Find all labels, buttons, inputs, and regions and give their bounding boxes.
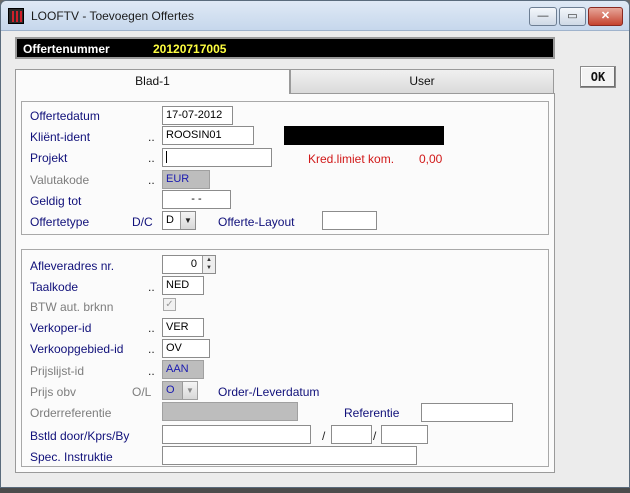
prijs-obv-label: Prijs obv xyxy=(30,385,77,399)
kred-limiet-label: Kred.limiet kom. xyxy=(308,152,395,166)
orderreferentie-field xyxy=(162,402,298,421)
maximize-button[interactable]: ▭ xyxy=(559,7,586,26)
referentie-field[interactable] xyxy=(421,403,513,422)
title-bar[interactable]: LOOFTV - Toevoegen Offertes — ▭ ✕ xyxy=(1,1,629,31)
offertedatum-field[interactable]: 17-07-2012 xyxy=(162,106,233,125)
verkoopgebied-lookup-dots[interactable]: .. xyxy=(148,342,155,356)
prijslijst-label: Prijslijst-id xyxy=(30,364,84,378)
taalkode-lookup-dots[interactable]: .. xyxy=(148,280,155,294)
background-window-strip xyxy=(0,488,630,493)
verkoper-lookup-dots[interactable]: .. xyxy=(148,321,155,335)
referentie-label: Referentie xyxy=(344,406,400,420)
prijslijst-field: AAN xyxy=(162,360,204,379)
by-field[interactable] xyxy=(381,425,428,444)
bstld-label: Bstld door/Kprs/By xyxy=(30,429,130,443)
verkoper-label: Verkoper-id xyxy=(30,321,92,335)
window-title: LOOFTV - Toevoegen Offertes xyxy=(31,9,194,23)
btw-label: BTW aut. brknn xyxy=(30,300,114,314)
prijs-obv-ol-label: O/L xyxy=(132,385,152,399)
verkoper-field[interactable]: VER xyxy=(162,318,204,337)
close-button[interactable]: ✕ xyxy=(588,7,623,26)
offertetype-value: D xyxy=(166,214,174,226)
text-cursor xyxy=(166,151,167,164)
geldig-tot-field[interactable]: - - xyxy=(162,190,231,209)
offer-number-label: Offertenummer xyxy=(23,42,110,56)
dialog-window: LOOFTV - Toevoegen Offertes — ▭ ✕ Offert… xyxy=(0,0,630,488)
taalkode-field[interactable]: NED xyxy=(162,276,204,295)
orderreferentie-label: Orderreferentie xyxy=(30,406,112,420)
chevron-down-icon: ▼ xyxy=(182,382,197,399)
offertetype-dc-label: D/C xyxy=(132,215,153,229)
spec-instruktie-field[interactable] xyxy=(162,446,417,465)
afleveradres-value: 0 xyxy=(190,258,197,270)
offertetype-select[interactable]: D ▼ xyxy=(162,211,196,230)
geldig-tot-label: Geldig tot xyxy=(30,194,82,208)
ok-button[interactable]: OK xyxy=(580,66,616,88)
kred-limiet-value: 0,00 xyxy=(419,152,443,166)
prijslijst-lookup-dots: .. xyxy=(148,364,155,378)
bstld-separator-1: / xyxy=(322,429,326,443)
bstld-separator-2: / xyxy=(373,429,377,443)
projekt-lookup-dots[interactable]: .. xyxy=(148,151,155,165)
chevron-down-icon[interactable]: ▼ xyxy=(180,212,195,229)
tab-user[interactable]: User xyxy=(290,69,554,93)
projekt-label: Projekt xyxy=(30,151,68,165)
prijs-obv-description: Order-/Leverdatum xyxy=(218,385,320,399)
verkoopgebied-label: Verkoopgebied-id xyxy=(30,342,124,356)
tab-blad-1[interactable]: Blad-1 xyxy=(15,69,290,94)
offerte-layout-field[interactable] xyxy=(322,211,377,230)
offer-number-bar: Offertenummer 20120717005 xyxy=(15,37,555,59)
klient-name-field xyxy=(284,126,444,145)
afleveradres-label: Afleveradres nr. xyxy=(30,259,115,273)
btw-checkbox: ✓ xyxy=(163,298,176,311)
prijs-obv-value: O xyxy=(166,384,175,396)
kprs-field[interactable] xyxy=(331,425,372,444)
offerte-layout-label: Offerte-Layout xyxy=(218,215,295,229)
app-icon xyxy=(8,8,24,24)
minimize-button[interactable]: — xyxy=(529,7,557,26)
valutakode-lookup-dots: .. xyxy=(148,173,155,187)
offertedatum-label: Offertedatum xyxy=(30,109,100,123)
offertetype-label: Offertetype xyxy=(30,215,90,229)
klient-ident-label: Kliënt-ident xyxy=(30,130,91,144)
besteld-door-field[interactable] xyxy=(162,425,311,444)
valutakode-label: Valutakode xyxy=(30,173,90,187)
afleveradres-spinner[interactable]: 0 ▲ ▼ xyxy=(162,255,216,274)
valutakode-field: EUR xyxy=(162,170,210,189)
spec-instruktie-label: Spec. Instruktie xyxy=(30,450,113,464)
taalkode-label: Taalkode xyxy=(30,280,79,294)
klient-ident-lookup-dots[interactable]: .. xyxy=(148,130,155,144)
verkoopgebied-field[interactable]: OV xyxy=(162,339,210,358)
spinner-arrows-icon[interactable]: ▲ ▼ xyxy=(202,256,215,273)
projekt-field[interactable] xyxy=(162,148,272,167)
prijs-obv-select: O ▼ xyxy=(162,381,198,400)
klient-ident-field[interactable]: ROOSIN01 xyxy=(162,126,254,145)
offer-number-value: 20120717005 xyxy=(153,42,227,56)
